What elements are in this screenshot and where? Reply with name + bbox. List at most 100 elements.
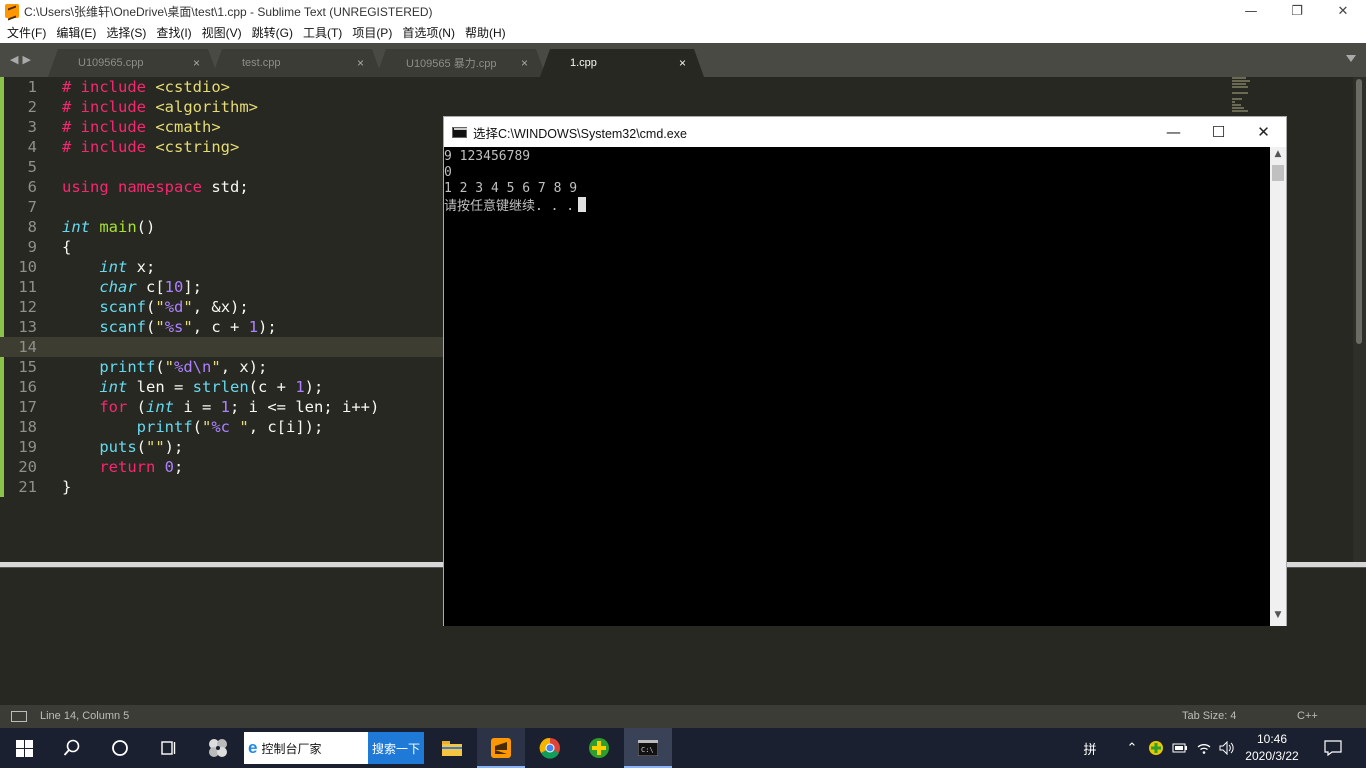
menu-edit[interactable]: 编辑(E): [51, 24, 101, 41]
wifi-icon[interactable]: [1194, 728, 1214, 768]
window-title: C:\Users\张维轩\OneDrive\桌面\test\1.cpp - Su…: [24, 4, 433, 19]
menu-view[interactable]: 视图(V): [197, 24, 247, 41]
line-number: 13: [18, 318, 37, 336]
tab-close-icon[interactable]: ×: [679, 56, 686, 70]
task-view-button[interactable]: [144, 728, 192, 768]
wifi-icon: [1197, 744, 1211, 754]
menu-selection[interactable]: 选择(S): [101, 24, 151, 41]
volume-icon[interactable]: [1216, 728, 1238, 768]
search-go-button[interactable]: 搜索一下: [368, 732, 424, 764]
start-button[interactable]: [0, 728, 48, 768]
line-number: 1: [27, 78, 37, 96]
chrome-button[interactable]: [526, 728, 574, 768]
sublime-text-taskbar-button[interactable]: [477, 728, 525, 768]
cmd-scrollbar[interactable]: ▲ ▼: [1270, 147, 1286, 626]
tab-close-icon[interactable]: ×: [357, 56, 364, 70]
security-tray-icon[interactable]: [1146, 728, 1166, 768]
line-number: 11: [18, 278, 37, 296]
status-bar: Line 14, Column 5 Tab Size: 4 C++: [0, 705, 1366, 728]
close-icon[interactable]: ✕: [1320, 0, 1366, 22]
minimize-icon[interactable]: —: [1228, 0, 1274, 22]
line-number: 2: [27, 98, 37, 116]
minimize-icon[interactable]: —: [1151, 117, 1196, 147]
menu-find[interactable]: 查找(I): [151, 24, 196, 41]
tab-u109565[interactable]: U109565.cpp ×: [48, 49, 218, 77]
folder-icon: [442, 741, 462, 756]
volume-icon: [1219, 741, 1234, 755]
battery-icon[interactable]: [1170, 728, 1190, 768]
tab-bar: ◀▶ U109565.cpp × test.cpp × U109565 暴力.c…: [0, 43, 1366, 77]
line-number: 21: [18, 478, 37, 496]
windows-icon: [15, 739, 33, 757]
tab-u109565-brute[interactable]: U109565 暴力.cpp ×: [376, 49, 546, 77]
tab-close-icon[interactable]: ×: [193, 56, 200, 70]
line-number: 8: [27, 218, 37, 236]
pinwheel-icon: [209, 739, 227, 757]
line-number: 12: [18, 298, 37, 316]
tab-1cpp[interactable]: 1.cpp ×: [540, 49, 704, 77]
restore-icon[interactable]: ❐: [1274, 0, 1320, 22]
cmd-taskbar-button[interactable]: C:\: [624, 728, 672, 768]
text-cursor: [578, 197, 587, 212]
notification-center-button[interactable]: [1318, 728, 1348, 768]
cmd-output-line: 9 123456789: [444, 149, 531, 164]
menu-help[interactable]: 帮助(H): [460, 24, 511, 41]
clock-date: 2020/3/22: [1245, 749, 1299, 763]
tab-nav-arrows-icon[interactable]: ◀▶: [10, 53, 35, 66]
menu-project[interactable]: 项目(P): [347, 24, 397, 41]
menu-goto[interactable]: 跳转(G): [247, 24, 298, 41]
file-explorer-button[interactable]: [428, 728, 476, 768]
menu-preferences[interactable]: 首选项(N): [397, 24, 460, 41]
cmd-output[interactable]: 9 123456789 0 1 2 3 4 5 6 7 8 9 请按任意键继续.…: [444, 147, 1270, 626]
scroll-up-icon[interactable]: ▲: [1270, 149, 1286, 163]
menu-tools[interactable]: 工具(T): [298, 24, 347, 41]
cmd-window[interactable]: 选择C:\WINDOWS\System32\cmd.exe — ☐ ✕ 9 12…: [443, 116, 1287, 626]
tab-menu-icon[interactable]: [1346, 55, 1356, 62]
line-number: 14: [18, 338, 37, 356]
sublime-text-icon: [5, 4, 19, 18]
pinwheel-app-button[interactable]: [194, 728, 242, 768]
tab-label: U109565 暴力.cpp: [406, 58, 497, 70]
panel-toggle-icon[interactable]: [11, 711, 27, 722]
plus-shield-icon: [1149, 741, 1163, 755]
cortana-button[interactable]: [96, 728, 144, 768]
search-icon: [63, 739, 80, 756]
line-number: 20: [18, 458, 37, 476]
security-app-button[interactable]: [575, 728, 623, 768]
tab-label: U109565.cpp: [78, 57, 144, 69]
line-number: 3: [27, 118, 37, 136]
line-number: 15: [18, 358, 37, 376]
taskbar-search-input[interactable]: e 控制台厂家: [244, 732, 368, 764]
scroll-down-icon[interactable]: ▼: [1270, 610, 1286, 624]
tab-test[interactable]: test.cpp ×: [212, 49, 382, 77]
clock-time: 10:46: [1256, 732, 1288, 746]
cmd-scroll-thumb[interactable]: [1272, 165, 1284, 181]
search-button[interactable]: [48, 728, 96, 768]
syntax-selector[interactable]: C++: [1297, 710, 1318, 722]
search-query: 控制台厂家: [261, 741, 322, 756]
line-number: 16: [18, 378, 37, 396]
code-line[interactable]: 1 # include <cstdio>: [0, 77, 1230, 97]
taskbar: e 控制台厂家 搜索一下 C:\ 拼 ⌃ 10:46 2020/3/22: [0, 728, 1366, 768]
tab-close-icon[interactable]: ×: [521, 56, 528, 70]
minimap[interactable]: [1232, 77, 1272, 117]
close-icon[interactable]: ✕: [1241, 117, 1286, 147]
editor-scroll-thumb[interactable]: [1356, 79, 1362, 344]
cmd-prompt-line: 请按任意键继续. . .: [444, 197, 1270, 214]
cmd-window-controls: — ☐ ✕: [1151, 117, 1286, 147]
tab-size-selector[interactable]: Tab Size: 4: [1182, 710, 1236, 722]
ime-indicator[interactable]: 拼: [1078, 728, 1102, 768]
window-controls: — ❐ ✕: [1228, 0, 1366, 22]
line-number: 5: [27, 158, 37, 176]
cmd-title-bar[interactable]: 选择C:\WINDOWS\System32\cmd.exe — ☐ ✕: [444, 117, 1286, 147]
clock[interactable]: 10:46 2020/3/22: [1240, 731, 1304, 765]
maximize-icon[interactable]: ☐: [1196, 117, 1241, 147]
task-view-icon: [161, 741, 176, 755]
code-line[interactable]: 2 # include <algorithm>: [0, 97, 1230, 117]
menu-file[interactable]: 文件(F): [2, 24, 51, 41]
line-number: 4: [27, 138, 37, 156]
svg-text:C:\: C:\: [641, 746, 654, 754]
line-number: 19: [18, 438, 37, 456]
line-number: 10: [18, 258, 37, 276]
show-hidden-icons-icon[interactable]: ⌃: [1122, 728, 1142, 768]
